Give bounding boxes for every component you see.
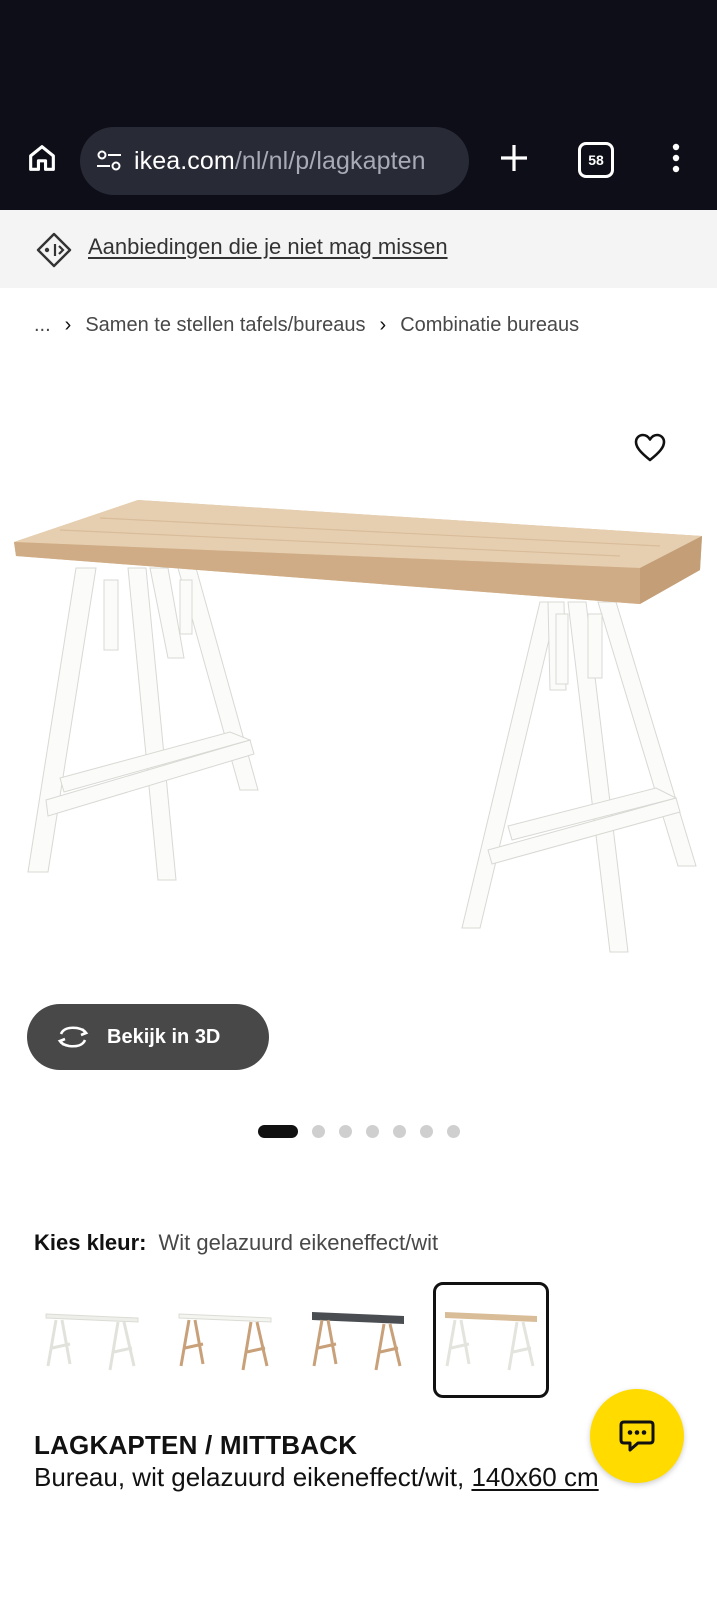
breadcrumb-item-desks[interactable]: Combinatie bureaus — [400, 314, 579, 337]
color-value: Wit gelazuurd eikeneffect/wit — [158, 1230, 439, 1255]
new-tab-icon[interactable] — [494, 138, 534, 178]
color-selector-label: Kies kleur: Wit gelazuurd eikeneffect/wit — [34, 1230, 438, 1256]
product-title: LAGKAPTEN / MITTBACK — [34, 1430, 358, 1460]
color-label: Kies kleur: — [34, 1230, 147, 1255]
site-settings-icon[interactable] — [94, 146, 124, 176]
product-description: Bureau, wit gelazuurd eikeneffect/wit, 1… — [34, 1462, 599, 1493]
gallery-dot[interactable] — [393, 1124, 406, 1138]
chevron-right-icon: › — [64, 313, 72, 336]
heart-icon[interactable] — [632, 430, 668, 466]
chevron-right-icon: › — [379, 313, 387, 336]
gallery-dot[interactable] — [258, 1124, 298, 1138]
url-text[interactable]: ikea.com/nl/nl/p/lagkapten — [134, 147, 426, 176]
gallery-dot[interactable] — [447, 1124, 460, 1138]
color-swatch-white[interactable] — [34, 1282, 150, 1398]
browser-toolbar: ikea.com/nl/nl/p/lagkapten 58 — [0, 122, 717, 200]
gallery-dot[interactable] — [420, 1124, 433, 1138]
chat-icon — [619, 1420, 655, 1452]
gallery-pagination — [258, 1124, 474, 1138]
home-icon[interactable] — [22, 138, 62, 178]
gallery-dot[interactable] — [312, 1124, 325, 1138]
rotate-3d-icon — [55, 1023, 91, 1051]
color-swatch-oak-white[interactable] — [433, 1282, 549, 1398]
promo-link[interactable]: Aanbiedingen die je niet mag missen — [88, 234, 448, 260]
address-bar[interactable]: ikea.com/nl/nl/p/lagkapten — [80, 127, 469, 195]
gallery-dot[interactable] — [339, 1124, 352, 1138]
view-in-3d-label: Bekijk in 3D — [107, 1025, 221, 1048]
color-swatch-black-birch[interactable] — [300, 1282, 416, 1398]
price-tag-icon — [36, 232, 72, 268]
view-in-3d-button[interactable]: Bekijk in 3D — [27, 1004, 269, 1070]
product-description-text: Bureau, wit gelazuurd eikeneffect/wit, — [34, 1462, 465, 1492]
tab-count: 58 — [588, 152, 604, 168]
gallery-dot[interactable] — [366, 1124, 379, 1138]
chat-button[interactable] — [590, 1389, 684, 1483]
breadcrumb-ellipsis[interactable]: ... — [34, 314, 51, 337]
promo-banner: Aanbiedingen die je niet mag missen — [0, 210, 717, 288]
breadcrumb: ... › Samen te stellen tafels/bureaus › … — [34, 310, 579, 340]
breadcrumb-item-tables[interactable]: Samen te stellen tafels/bureaus — [85, 314, 365, 337]
url-path: /nl/nl/p/lagkapten — [234, 146, 426, 175]
product-image-desk[interactable] — [0, 380, 717, 1000]
tab-switcher-button[interactable]: 58 — [578, 142, 614, 178]
color-swatches — [34, 1282, 566, 1398]
product-size-link[interactable]: 140x60 cm — [471, 1462, 598, 1492]
color-swatch-white-birch[interactable] — [167, 1282, 283, 1398]
url-domain: ikea.com — [134, 146, 235, 175]
more-menu-icon[interactable] — [662, 138, 690, 178]
